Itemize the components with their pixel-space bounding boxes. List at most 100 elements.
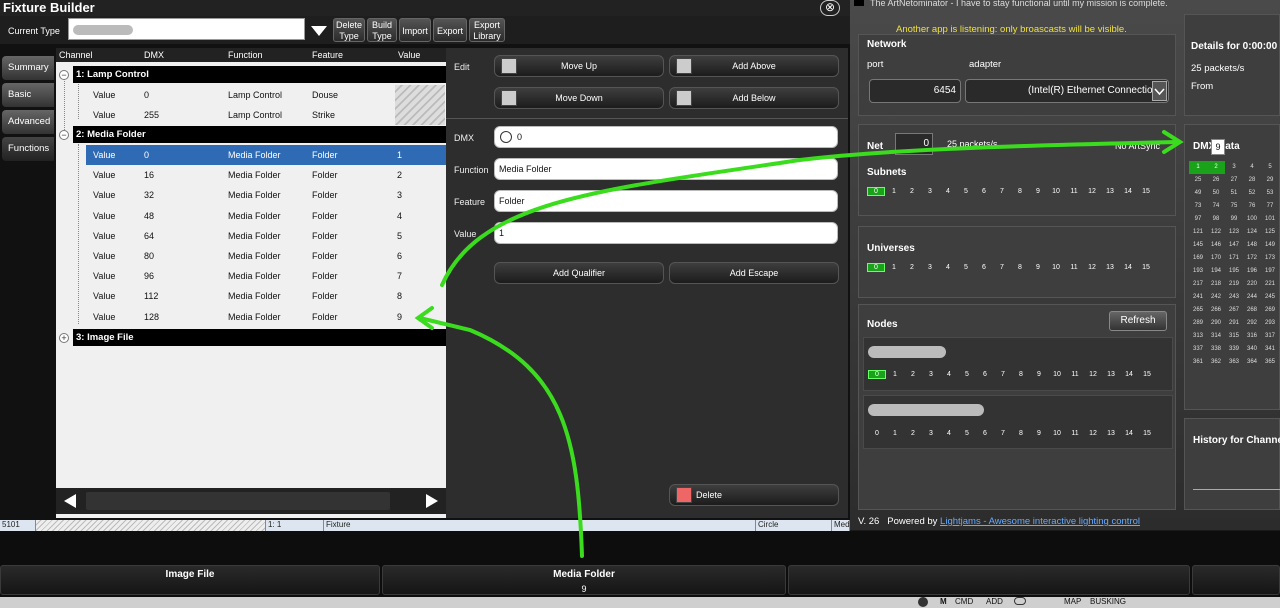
- grid-cell[interactable]: 4: [940, 371, 958, 378]
- grid-cell[interactable]: 15: [1138, 430, 1156, 437]
- dmx-cell[interactable]: 217: [1189, 278, 1207, 291]
- move-up-button[interactable]: Move Up: [494, 55, 664, 77]
- grid-cell[interactable]: 14: [1120, 371, 1138, 378]
- dmx-cell[interactable]: 49: [1189, 187, 1207, 200]
- table-row[interactable]: Value 80 Media Folder Folder 6: [86, 246, 446, 266]
- grid-cell[interactable]: 10: [1048, 430, 1066, 437]
- dmx-cell[interactable]: 314: [1207, 330, 1225, 343]
- grid-cell[interactable]: 10: [1047, 188, 1065, 195]
- grid-cell[interactable]: 11: [1065, 264, 1083, 271]
- grid-cell[interactable]: 0: [868, 370, 886, 379]
- table-row[interactable]: Value 48 Media Folder Folder 4: [86, 206, 446, 226]
- current-type-input[interactable]: [68, 18, 305, 40]
- dmx-cell[interactable]: 289: [1189, 317, 1207, 330]
- grid-cell[interactable]: 13: [1102, 371, 1120, 378]
- dmx-cell[interactable]: 28: [1243, 174, 1261, 187]
- dmx-cell[interactable]: 123: [1225, 226, 1243, 239]
- dmx-cell[interactable]: 315: [1225, 330, 1243, 343]
- os-map[interactable]: MAP: [1064, 597, 1081, 606]
- dmx-cell[interactable]: 293: [1261, 317, 1279, 330]
- table-row[interactable]: Value 32 Media Folder Folder 3: [86, 185, 446, 205]
- col-feature[interactable]: Feature: [312, 48, 343, 62]
- media-folder-button[interactable]: Media Folder 9: [382, 565, 786, 595]
- refresh-button[interactable]: Refresh: [1109, 311, 1167, 331]
- dmx-cell[interactable]: 292: [1243, 317, 1261, 330]
- dmx-cell[interactable]: 148: [1243, 239, 1261, 252]
- dmx-cell[interactable]: 5: [1261, 161, 1279, 174]
- dmx-cell[interactable]: 2: [1207, 161, 1225, 174]
- add-qualifier-button[interactable]: Add Qualifier: [494, 262, 664, 284]
- group-media-folder[interactable]: 2: Media Folder: [73, 126, 446, 143]
- grid-cell[interactable]: 6: [975, 264, 993, 271]
- table-row[interactable]: Value 112 Media Folder Folder 8: [86, 286, 446, 306]
- grid-cell[interactable]: 4: [940, 430, 958, 437]
- empty-button[interactable]: [788, 565, 1190, 595]
- dmx-cell[interactable]: 268: [1243, 304, 1261, 317]
- dmx-channel-grid[interactable]: 1 2 3 4 5 25 26 27 28 29 49 50 51 52 53 73 74 75 76 77 97 98 9…: [1189, 161, 1279, 369]
- dmx-cell[interactable]: 291: [1225, 317, 1243, 330]
- dmx-cell[interactable]: 146: [1207, 239, 1225, 252]
- export-library-button[interactable]: Export Library: [469, 18, 505, 42]
- grid-cell[interactable]: 11: [1066, 430, 1084, 437]
- dmx-cell[interactable]: 221: [1261, 278, 1279, 291]
- net-input[interactable]: 0: [895, 133, 933, 155]
- dmx-cell[interactable]: 313: [1189, 330, 1207, 343]
- grid-cell[interactable]: 14: [1120, 430, 1138, 437]
- node-universe-grid[interactable]: 0 1 2 3 4 5 6 7 8 9 10 11 12 13 14 15: [868, 370, 1156, 379]
- grid-cell[interactable]: 6: [975, 188, 993, 195]
- grid-cell[interactable]: 8: [1011, 264, 1029, 271]
- dmx-cell[interactable]: 337: [1189, 343, 1207, 356]
- grid-cell[interactable]: 3: [922, 371, 940, 378]
- grid-cell[interactable]: 13: [1101, 264, 1119, 271]
- dmx-cell[interactable]: 193: [1189, 265, 1207, 278]
- function-field[interactable]: Media Folder: [494, 158, 838, 180]
- add-below-button[interactable]: Add Below: [669, 87, 839, 109]
- dmx-cell[interactable]: 73: [1189, 200, 1207, 213]
- dmx-field[interactable]: 0: [494, 126, 838, 148]
- dmx-cell[interactable]: 124: [1243, 226, 1261, 239]
- grid-cell[interactable]: 10: [1048, 371, 1066, 378]
- dmx-cell[interactable]: 27: [1225, 174, 1243, 187]
- grid-cell[interactable]: 15: [1137, 264, 1155, 271]
- grid-cell[interactable]: 9: [1029, 264, 1047, 271]
- expand-icon[interactable]: +: [59, 333, 69, 343]
- dmx-cell[interactable]: 51: [1225, 187, 1243, 200]
- grid-cell[interactable]: 7: [993, 264, 1011, 271]
- adapter-select[interactable]: (Intel(R) Ethernet Connectio: [965, 79, 1169, 103]
- grid-cell[interactable]: 5: [958, 430, 976, 437]
- grid-cell[interactable]: 13: [1101, 188, 1119, 195]
- dmx-cell[interactable]: 218: [1207, 278, 1225, 291]
- dmx-cell[interactable]: 269: [1261, 304, 1279, 317]
- dmx-cell[interactable]: 266: [1207, 304, 1225, 317]
- delete-type-button[interactable]: Delete Type: [333, 18, 365, 42]
- grid-cell[interactable]: 7: [993, 188, 1011, 195]
- grid-cell[interactable]: 9: [1029, 188, 1047, 195]
- grid-cell[interactable]: 12: [1084, 371, 1102, 378]
- grid-cell[interactable]: 9: [1030, 371, 1048, 378]
- build-type-button[interactable]: Build Type: [367, 18, 397, 42]
- grid-cell[interactable]: 5: [957, 188, 975, 195]
- dmx-cell[interactable]: 145: [1189, 239, 1207, 252]
- dmx-cell[interactable]: 361: [1189, 356, 1207, 369]
- grid-cell[interactable]: 14: [1119, 264, 1137, 271]
- grid-cell[interactable]: 8: [1012, 430, 1030, 437]
- grid-cell[interactable]: 11: [1066, 371, 1084, 378]
- node-item[interactable]: 0 1 2 3 4 5 6 7 8 9 10 11 12 13 14 15: [863, 395, 1173, 449]
- grid-cell[interactable]: 15: [1137, 188, 1155, 195]
- col-dmx[interactable]: DMX: [144, 48, 164, 62]
- dmx-cell[interactable]: 195: [1225, 265, 1243, 278]
- dmx-cell[interactable]: 242: [1207, 291, 1225, 304]
- node-universe-grid[interactable]: 0 1 2 3 4 5 6 7 8 9 10 11 12 13 14 15: [868, 430, 1156, 437]
- scroll-track[interactable]: [86, 492, 390, 510]
- dmx-cell[interactable]: 122: [1207, 226, 1225, 239]
- scroll-left-icon[interactable]: [62, 493, 78, 512]
- subnet-grid[interactable]: 0 1 2 3 4 5 6 7 8 9 10 11 12 13 14 15: [867, 187, 1155, 196]
- dmx-cell[interactable]: 4: [1243, 161, 1261, 174]
- os-cmd[interactable]: CMD: [955, 597, 973, 606]
- dmx-cell[interactable]: 121: [1189, 226, 1207, 239]
- delete-button[interactable]: Delete: [669, 484, 839, 506]
- grid-cell[interactable]: 5: [958, 371, 976, 378]
- dmx-cell[interactable]: 339: [1225, 343, 1243, 356]
- grid-cell[interactable]: 2: [904, 371, 922, 378]
- dmx-cell[interactable]: 25: [1189, 174, 1207, 187]
